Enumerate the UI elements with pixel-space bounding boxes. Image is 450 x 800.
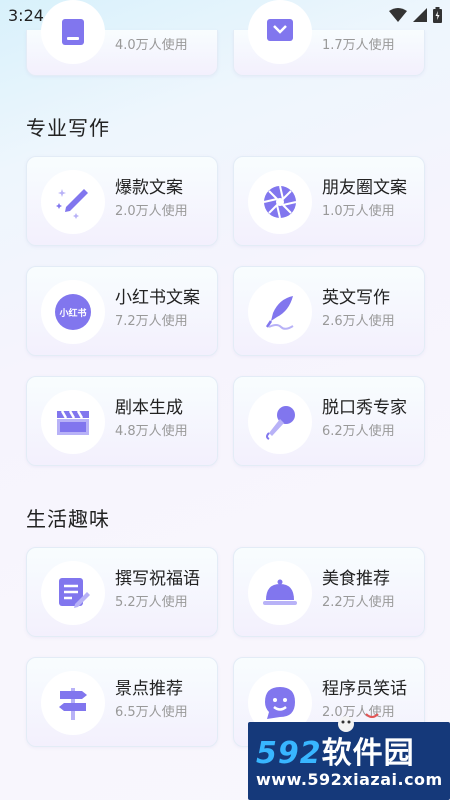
tool-card-moments-copy[interactable]: 朋友圈文案 1.0万人使用: [233, 156, 425, 246]
watermark-url: www.592xiazai.com: [256, 770, 443, 789]
document-icon: [62, 19, 84, 45]
watermark-brand: 592软件园: [256, 728, 415, 772]
icon-circle: [41, 390, 105, 454]
aperture-icon: [263, 185, 297, 219]
signpost-icon: [59, 688, 87, 720]
tool-card-xiaohongshu-copy[interactable]: 小红书 小红书文案 7.2万人使用: [26, 266, 218, 356]
status-time: 3:24: [8, 5, 44, 25]
tool-card-attraction-recommendation[interactable]: 景点推荐 6.5万人使用: [26, 657, 218, 747]
card-usage: 7.2万人使用: [115, 314, 188, 329]
tool-card-top-left[interactable]: 4.0万人使用: [26, 0, 218, 76]
icon-circle: [41, 561, 105, 625]
magic-pen-icon: [56, 189, 88, 219]
xiaohongshu-icon: 小红书: [55, 294, 91, 330]
card-usage: 2.2万人使用: [322, 595, 395, 610]
icon-circle: [248, 390, 312, 454]
card-title: 程序员笑话: [322, 679, 407, 699]
battery-icon: [433, 7, 442, 23]
signal-icon: [413, 8, 427, 22]
icon-circle: [248, 0, 312, 64]
watermark-logo: 592软件园 www.592xiazai.com: [248, 713, 450, 800]
card-title: 小红书文案: [115, 288, 200, 308]
tool-card-food-recommendation[interactable]: 美食推荐 2.2万人使用: [233, 547, 425, 637]
wifi-icon: [389, 8, 407, 22]
food-cloche-icon: [263, 579, 297, 605]
quill-icon: [265, 296, 294, 330]
tool-card-script-generation[interactable]: 剧本生成 4.8万人使用: [26, 376, 218, 466]
clapperboard-icon: [57, 410, 89, 435]
xiaohongshu-icon-label: 小红书: [59, 308, 87, 319]
tool-card-top-right[interactable]: 1.7万人使用: [233, 0, 425, 76]
icon-circle: [248, 280, 312, 344]
microphone-icon: [266, 406, 295, 440]
tool-card-write-greetings[interactable]: 撰写祝福语 5.2万人使用: [26, 547, 218, 637]
card-title: 景点推荐: [115, 679, 183, 699]
card-title: 美食推荐: [322, 569, 390, 589]
watermark-brand-text: 软件园: [321, 736, 415, 771]
card-usage: 5.2万人使用: [115, 595, 188, 610]
icon-circle: [248, 170, 312, 234]
card-usage: 1.7万人使用: [322, 38, 395, 53]
icon-circle: [41, 671, 105, 735]
card-usage: 1.0万人使用: [322, 204, 395, 219]
tool-card-talk-show-expert[interactable]: 脱口秀专家 6.2万人使用: [233, 376, 425, 466]
icon-circle: [41, 170, 105, 234]
icon-circle: 小红书: [41, 280, 105, 344]
card-usage: 2.0万人使用: [115, 204, 188, 219]
smiley-bubble-icon: [265, 687, 295, 719]
note-edit-icon: [59, 578, 90, 608]
card-title: 脱口秀专家: [322, 398, 407, 418]
card-title: 爆款文案: [115, 178, 183, 198]
card-title: 英文写作: [322, 288, 390, 308]
card-usage: 2.6万人使用: [322, 314, 395, 329]
card-usage: 4.8万人使用: [115, 424, 188, 439]
section-title-life-fun: 生活趣味: [26, 507, 110, 531]
message-icon: [267, 19, 293, 41]
card-usage: 4.0万人使用: [115, 38, 188, 53]
icon-circle: [41, 0, 105, 64]
watermark-brand-number: 592: [256, 736, 322, 771]
icon-circle: [248, 561, 312, 625]
section-title-professional-writing: 专业写作: [26, 116, 110, 140]
tool-card-viral-copy[interactable]: 爆款文案 2.0万人使用: [26, 156, 218, 246]
card-title: 撰写祝福语: [115, 569, 200, 589]
card-title: 剧本生成: [115, 398, 183, 418]
card-usage: 6.2万人使用: [322, 424, 395, 439]
card-title: 朋友圈文案: [322, 178, 407, 198]
card-usage: 6.5万人使用: [115, 705, 188, 720]
tool-card-english-writing[interactable]: 英文写作 2.6万人使用: [233, 266, 425, 356]
